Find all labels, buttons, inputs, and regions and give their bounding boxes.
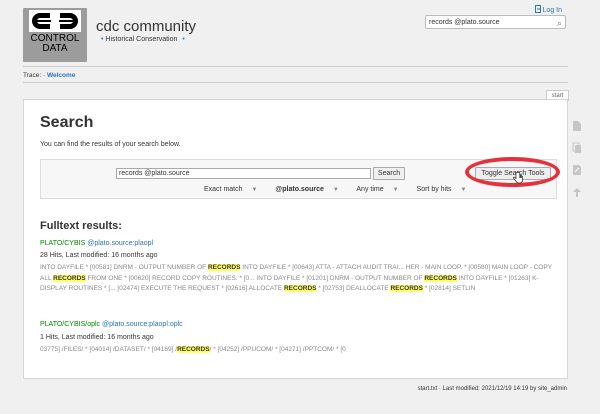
snippet-text: FROM ONE * [00620] RECORD COPY ROUTINES.… [85,274,425,282]
site-title[interactable]: cdc community [96,18,196,35]
search-button[interactable]: Search [373,167,405,180]
copy-icon[interactable] [572,142,582,154]
pdf-icon[interactable] [572,164,582,176]
caret-down-icon: ▼ [392,187,399,193]
page-footer: start.txt · Last modified: 2021/12/19 14… [417,386,567,392]
document-icon[interactable] [572,120,582,132]
page-tools [572,120,588,198]
site-tagline: • Historical Conservation • [101,36,185,43]
snippet-text: 03775] /FILES/ * [04014] /DATASET/ * [04… [40,346,178,353]
search-term-highlight: RECORDS [177,346,210,353]
login-link[interactable]: Log In [534,5,562,14]
filter-time[interactable]: Any time ▼ [356,186,406,193]
page-title: Search [40,114,94,131]
result-link[interactable]: @plato.source:plaopl [87,240,153,247]
site-search-input[interactable]: records @plato.source ⌕ [425,15,566,29]
search-filters: Exact match ▼ @plato.source ▼ Any time ▼ So… [204,186,483,193]
header-divider [23,66,568,67]
filter-exact-match[interactable]: Exact match ▼ [204,186,265,193]
result-meta: 28 Hits, Last modified: 16 months ago [40,252,158,259]
login-icon [534,5,541,13]
logo-text: CONTROL DATA [30,33,80,54]
trace-divider [23,82,568,83]
result-link[interactable]: @plato.source:plaopl:oplc [102,321,183,328]
result-title[interactable]: PLATO/CYBIS @plato.source:plaopl [40,240,153,247]
search-intro-text: You can find the results of your search … [40,141,181,148]
caret-down-icon: ▼ [251,187,258,193]
snippet-text: * [02753] DEALLOCATE [316,285,391,292]
breadcrumb: Trace: · Welcome [23,72,76,79]
filter-sort[interactable]: Sort by hits ▼ [417,186,475,193]
result-meta: 1 Hits, Last modified: 16 months ago [40,334,154,341]
result-title[interactable]: PLATO/CYBIS/oplc @plato.source:plaopl:op… [40,321,183,328]
search-term-highlight: RECORDS [207,264,241,271]
breadcrumb-welcome[interactable]: Welcome [47,72,75,79]
search-query-input[interactable]: records @plato.source [116,168,371,179]
search-term-highlight: RECORDS [283,285,317,292]
magnifier-icon[interactable]: ⌕ [557,16,562,30]
snippet-text: INTO DAYFILE * [00581] DNRM - OUTPUT NUM… [40,264,208,271]
result-snippet: INTO DAYFILE * [00581] DNRM - OUTPUT NUM… [40,263,557,295]
hand-cursor-icon [513,171,523,184]
result-snippet: 03775] /FILES/ * [04014] /DATASET/ * [04… [40,345,557,356]
caret-down-icon: ▼ [332,187,339,193]
cdc-logo-icon [29,10,81,32]
snippet-text: / * [04252] /PPUCOM/ * [04271] /PPTCOM/ … [209,346,346,353]
search-term-highlight: RECORDS [53,274,86,282]
filter-namespace[interactable]: @plato.source ▼ [275,186,346,193]
search-term-highlight: RECORDS [390,285,423,292]
bullet-icon: • [101,36,104,43]
search-term-highlight: RECORDS [424,274,457,282]
bullet-icon: • [182,36,185,43]
arrow-up-icon[interactable] [572,186,582,198]
snippet-text: * [02814] SETLIN [422,285,476,292]
fulltext-results-heading: Fulltext results: [40,220,122,232]
caret-down-icon: ▼ [460,187,467,193]
